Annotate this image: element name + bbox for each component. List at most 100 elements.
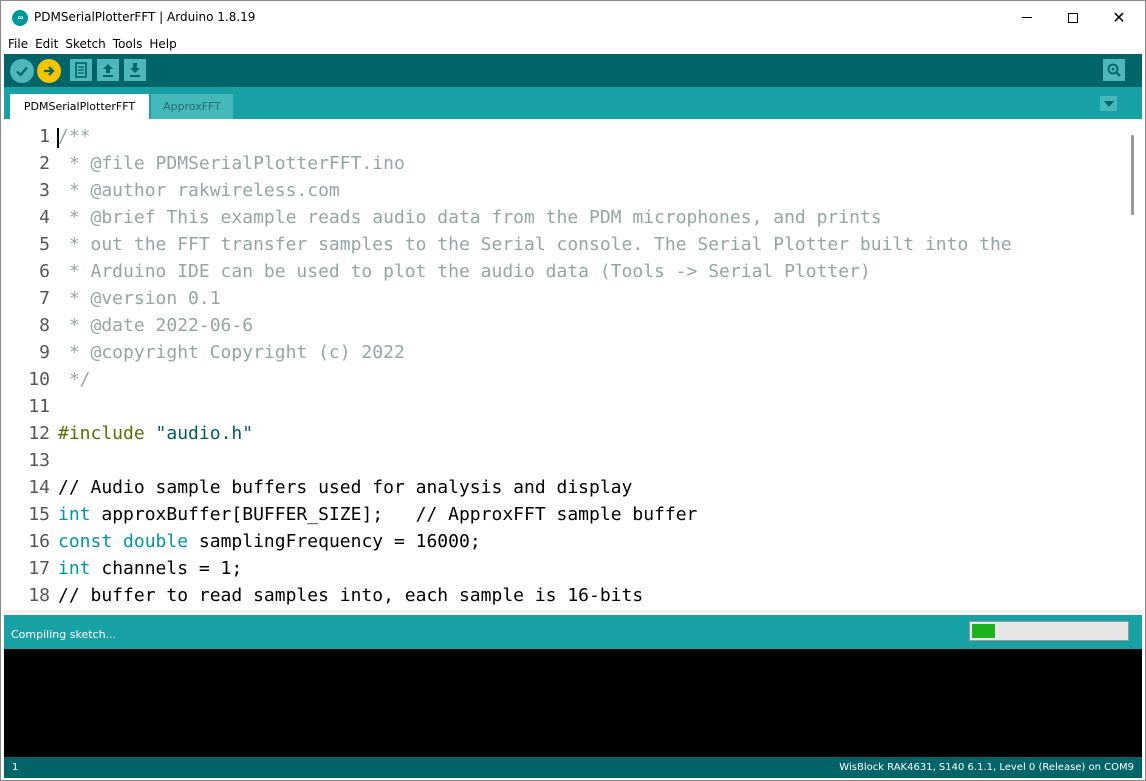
arduino-ide-window: ∞ PDMSerialPlotterFFT | Arduino 1.8.19 ✕… — [0, 0, 1146, 781]
status-bar: Compiling sketch... — [4, 615, 1142, 649]
line-number: 3 — [39, 180, 50, 201]
line-number: 5 — [39, 234, 50, 255]
line-number: 1 — [39, 126, 50, 147]
line-number: 11 — [28, 396, 50, 417]
menu-bar: File Edit Sketch Tools Help — [1, 34, 1145, 53]
preprocessor-token: #include — [58, 423, 145, 444]
code-line: 6 * Arduino IDE can be used to plot the … — [4, 258, 1124, 285]
code-line: 16 const double samplingFrequency = 16000… — [4, 528, 1124, 555]
tab-bar: PDMSerialPlotterFFT ApproxFFT — [4, 87, 1142, 119]
tab-approxfft[interactable]: ApproxFFT — [151, 94, 233, 119]
close-button[interactable]: ✕ — [1096, 1, 1142, 34]
code-text: * @file PDMSerialPlotterFFT.ino — [58, 153, 405, 174]
save-button[interactable] — [124, 59, 146, 81]
code-line: 5 * out the FFT transfer samples to the … — [4, 231, 1124, 258]
line-number: 17 — [28, 558, 50, 579]
board-info: WisBlock RAK4631, S140 6.1.1, Level 0 (R… — [839, 762, 1134, 773]
code-line: 7 * @version 0.1 — [4, 285, 1124, 312]
menu-file[interactable]: File — [8, 37, 28, 51]
progress-bar — [969, 621, 1129, 641]
line-number: 14 — [28, 477, 50, 498]
code-editor[interactable]: 1 /** 2 * @file PDMSerialPlotterFFT.ino 3… — [4, 119, 1142, 613]
minimize-button[interactable] — [1004, 1, 1050, 34]
verify-icon — [16, 66, 28, 77]
line-number: 10 — [28, 369, 50, 390]
title-bar: ∞ PDMSerialPlotterFFT | Arduino 1.8.19 ✕ — [1, 1, 1145, 34]
code-line: 9 * @copyright Copyright (c) 2022 — [4, 339, 1124, 366]
code-text: int channels = 1; — [58, 555, 242, 582]
code-line: 15 int approxBuffer[BUFFER_SIZE]; // Appr… — [4, 501, 1124, 528]
keyword-token: const — [58, 531, 113, 552]
code-line: 4 * @brief This example reads audio data… — [4, 204, 1124, 231]
code-line: 18 // buffer to read samples into, each s… — [4, 582, 1124, 609]
code-text: * @copyright Copyright (c) 2022 — [58, 342, 405, 363]
code-text: const double samplingFrequency = 16000; — [58, 528, 481, 555]
code-text: * @author rakwireless.com — [58, 180, 340, 201]
line-number: 13 — [28, 450, 50, 471]
keyword-token: int — [58, 504, 91, 525]
new-sketch-button[interactable] — [70, 59, 92, 81]
menu-tools[interactable]: Tools — [113, 37, 143, 51]
line-number: 15 — [28, 504, 50, 525]
upload-icon — [44, 66, 55, 76]
code-line: 8 * @date 2022-06-6 — [4, 312, 1124, 339]
code-line: 11 — [4, 393, 1124, 420]
line-number: 9 — [39, 342, 50, 363]
code-text: /** — [58, 126, 91, 147]
code-line: 2 * @file PDMSerialPlotterFFT.ino — [4, 150, 1124, 177]
code-line: 10 */ — [4, 366, 1124, 393]
maximize-icon — [1068, 12, 1078, 23]
code-line: 3 * @author rakwireless.com — [4, 177, 1124, 204]
status-message: Compiling sketch... — [11, 628, 117, 641]
code-line: 1 /** — [4, 123, 1124, 150]
verify-button[interactable] — [10, 59, 34, 83]
code-line: 12 #include "audio.h" — [4, 420, 1124, 447]
close-icon: ✕ — [1112, 8, 1126, 27]
comment-token: // ApproxFFT sample buffer — [415, 504, 698, 525]
code-token: channels = 1; — [90, 558, 243, 579]
line-number: 16 — [28, 531, 50, 552]
code-text: * out the FFT transfer samples to the Se… — [58, 234, 1012, 255]
line-number: 7 — [39, 288, 50, 309]
window-title: PDMSerialPlotterFFT | Arduino 1.8.19 — [34, 10, 256, 24]
upload-button[interactable] — [37, 59, 61, 83]
code-text: * @version 0.1 — [58, 288, 221, 309]
string-token: "audio.h" — [155, 423, 254, 444]
code-text: // buffer to read samples into, each sam… — [58, 585, 644, 606]
save-icon — [130, 63, 140, 77]
line-number: 4 — [39, 207, 50, 228]
menu-sketch[interactable]: Sketch — [65, 37, 105, 51]
editor-divider — [4, 610, 1142, 613]
vertical-scrollbar[interactable] — [1131, 135, 1134, 215]
keyword-token: int — [58, 558, 91, 579]
code-text: * @brief This example reads audio data f… — [58, 207, 882, 228]
code-line: 14 // Audio sample buffers used for analy… — [4, 474, 1124, 501]
tab-pdmserialplotterfft[interactable]: PDMSerialPlotterFFT — [10, 94, 149, 119]
keyword-token: double — [123, 531, 189, 552]
line-number: 2 — [39, 153, 50, 174]
tab-menu-button[interactable] — [1100, 96, 1117, 111]
code-text: * Arduino IDE can be used to plot the au… — [58, 261, 871, 282]
menu-edit[interactable]: Edit — [35, 37, 58, 51]
new-icon — [75, 62, 87, 78]
line-number: 12 — [28, 423, 50, 444]
code-line: 13 — [4, 447, 1124, 474]
open-button[interactable] — [97, 59, 119, 81]
chevron-down-icon — [1103, 100, 1114, 107]
code-text: #include "audio.h" — [58, 420, 253, 447]
footer-bar: 1 WisBlock RAK4631, S140 6.1.1, Level 0 … — [4, 757, 1142, 778]
output-console[interactable] — [4, 649, 1142, 757]
menu-help[interactable]: Help — [149, 37, 176, 51]
line-number: 18 — [28, 585, 50, 606]
code-line: 17 int channels = 1; — [4, 555, 1124, 582]
serial-monitor-icon — [1107, 63, 1121, 77]
code-text: * @date 2022-06-6 — [58, 315, 254, 336]
progress-fill — [972, 624, 995, 638]
toolbar — [4, 54, 1142, 87]
open-icon — [103, 64, 113, 77]
serial-monitor-button[interactable] — [1103, 59, 1125, 81]
code-token: approxBuffer[BUFFER_SIZE]; — [90, 504, 416, 525]
code-text: */ — [58, 369, 91, 390]
maximize-button[interactable] — [1050, 1, 1096, 34]
code-text: int approxBuffer[BUFFER_SIZE]; // Approx… — [58, 501, 697, 528]
